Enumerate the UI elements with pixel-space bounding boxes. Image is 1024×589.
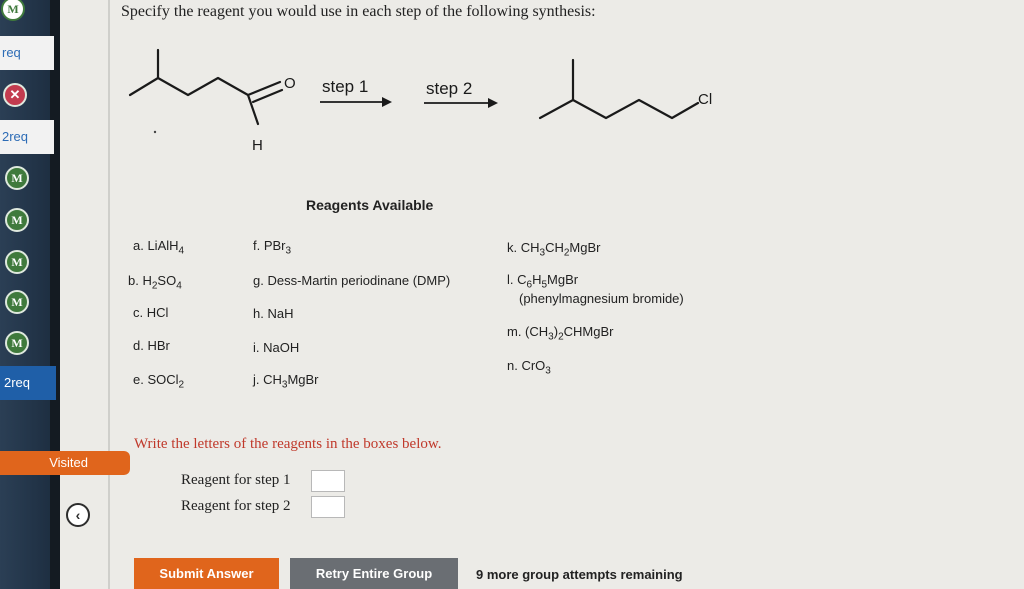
mastered-badge-icon[interactable]: M: [5, 331, 29, 355]
sidebar-item-label: 2req: [2, 129, 29, 144]
carbonyl-oxygen-label: O: [284, 75, 296, 92]
reagent-d: d. HBr: [133, 338, 170, 353]
sidebar-item-2req[interactable]: 2req: [0, 120, 58, 154]
mastered-badge-icon[interactable]: M: [5, 166, 29, 190]
question-prompt: Specify the reagent you would use in eac…: [121, 3, 596, 20]
reagent-e: e. SOCl2: [133, 372, 185, 391]
reagent-f: f. PBr3: [253, 238, 292, 257]
reagent-h: h. NaH: [253, 306, 294, 321]
reagent-b: b. H2SO4: [128, 273, 182, 292]
step2-prompt: Reagent for step 2: [181, 498, 291, 514]
sidebar-divider: [50, 0, 60, 589]
reagent-c: c. HCl: [133, 305, 169, 320]
product-structure: [538, 58, 700, 120]
sidebar-edge: [108, 0, 110, 589]
sidebar-item-label: 2req: [4, 375, 31, 390]
starting-material-structure: [128, 48, 284, 126]
reaction-scheme-diagram: O H step 1 step 2 Cl: [128, 48, 712, 154]
sidebar-item-label: req: [2, 45, 21, 60]
reagent-l-note: (phenylmagnesium bromide): [519, 291, 684, 306]
step1-answer-input[interactable]: [311, 470, 345, 492]
submit-answer-button[interactable]: Submit Answer: [134, 558, 279, 589]
aldehyde-hydrogen-label: H: [252, 137, 263, 154]
reagent-l: l. C6H5MgBr: [507, 272, 579, 291]
step1-arrow-icon: [320, 97, 392, 107]
retry-group-button[interactable]: Retry Entire Group: [290, 558, 458, 589]
attempts-remaining: 9 more group attempts remaining: [476, 567, 683, 582]
reagent-j: j. CH3MgBr: [253, 372, 319, 391]
stray-dot: [153, 130, 157, 134]
step2-arrow-icon: [424, 98, 498, 108]
mastered-badge-icon[interactable]: M: [5, 290, 29, 314]
reagent-i: i. NaOH: [253, 340, 300, 355]
visited-tab[interactable]: Visited: [0, 451, 130, 475]
sidebar-item-req[interactable]: req: [0, 36, 58, 70]
mastered-badge-icon[interactable]: M: [5, 208, 29, 232]
reagent-g: g. Dess-Martin periodinane (DMP): [253, 273, 451, 288]
step1-label: step 1: [322, 77, 368, 96]
instructions-text: Write the letters of the reagents in the…: [134, 436, 442, 452]
reagent-a: a. LiAlH4: [133, 238, 185, 257]
reagent-n: n. CrO3: [507, 358, 551, 377]
reagent-m: m. (CH3)2CHMgBr: [507, 324, 614, 343]
chloride-label: Cl: [698, 91, 712, 108]
collapse-sidebar-button[interactable]: ‹: [66, 503, 90, 527]
incorrect-badge-icon[interactable]: ✕: [3, 83, 27, 107]
step1-prompt: Reagent for step 1: [181, 472, 291, 488]
step2-answer-input[interactable]: [311, 496, 345, 518]
mastered-badge-icon[interactable]: M: [5, 250, 29, 274]
reagent-k: k. CH3CH2MgBr: [507, 240, 601, 259]
step2-label: step 2: [426, 79, 472, 98]
sidebar-item-2req-active[interactable]: 2req: [0, 366, 56, 400]
assignment-sidebar: M req ✕ 2req M M M M M 2req: [0, 0, 110, 589]
reagents-title: Reagents Available: [306, 197, 434, 213]
